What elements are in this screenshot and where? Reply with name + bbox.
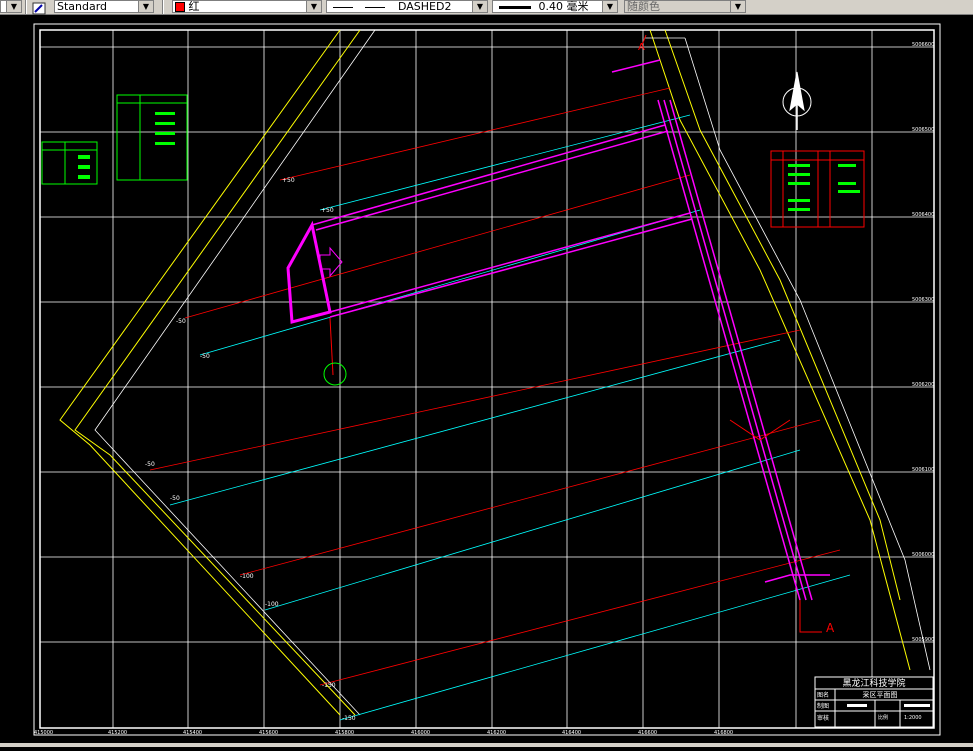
- svg-text:416200: 416200: [487, 730, 506, 736]
- section-mark-top: A: [638, 42, 645, 53]
- text-style-select[interactable]: Standard ▼: [54, 0, 154, 13]
- svg-text:416400: 416400: [562, 730, 581, 736]
- svg-text:5005900: 5005900: [912, 637, 934, 643]
- chevron-down-icon[interactable]: ▼: [6, 1, 21, 12]
- scale-value: 1:2000: [904, 715, 922, 721]
- svg-text:5006300: 5006300: [912, 297, 934, 303]
- chevron-down-icon[interactable]: ▼: [730, 1, 745, 12]
- contour-label: +50: [282, 177, 295, 184]
- contour-label: -50: [170, 495, 180, 502]
- drawn-label: 制图: [817, 702, 829, 710]
- title-name-label: 图名: [817, 691, 829, 699]
- linetype-sample: [364, 6, 385, 8]
- color-select[interactable]: 红 ▼: [172, 0, 322, 13]
- drawing-canvas[interactable]: +50 +50 -50 -50 -50 -50 -100 -100 -150 -…: [0, 15, 973, 747]
- y-coordinate-labels: 5006600 5006500 5006400 5006300 5006200 …: [912, 42, 934, 643]
- lineweight-sample: [499, 5, 531, 9]
- svg-text:5006100: 5006100: [912, 467, 934, 473]
- chevron-down-icon[interactable]: ▼: [472, 1, 487, 12]
- color-swatch: [175, 2, 185, 12]
- roadways: [311, 59, 830, 601]
- working-face: [286, 220, 332, 324]
- chevron-down-icon[interactable]: ▼: [306, 1, 321, 12]
- legend-right: [770, 150, 865, 228]
- text-style-value: Standard: [57, 0, 108, 13]
- text-style-icon[interactable]: [32, 0, 46, 15]
- contour-label: -150: [322, 682, 336, 689]
- contour-labels: +50 +50 -50 -50 -50 -50 -100 -100 -150 -…: [145, 177, 356, 722]
- svg-text:5006000: 5006000: [912, 552, 934, 558]
- svg-text:416800: 416800: [714, 730, 733, 736]
- title-org: 黑龙江科技学院: [842, 677, 905, 689]
- contour-label: -100: [240, 573, 254, 580]
- outer-frame: [33, 23, 941, 736]
- contour-red: [149, 87, 841, 686]
- north-arrow-icon: [782, 71, 812, 130]
- contour-label: -50: [145, 461, 155, 468]
- lineweight-select[interactable]: 0.40 毫米 ▼: [492, 0, 618, 13]
- svg-text:5006600: 5006600: [912, 42, 934, 48]
- linetype-sample: [333, 6, 353, 8]
- svg-text:415400: 415400: [183, 730, 202, 736]
- plot-style-value: 随颜色: [627, 0, 660, 13]
- svg-text:416000: 416000: [411, 730, 430, 736]
- contour-label: +50: [321, 207, 334, 214]
- lineweight-value: 0.40 毫米: [538, 0, 589, 13]
- contour-label: -100: [265, 601, 279, 608]
- chevron-down-icon[interactable]: ▼: [602, 1, 617, 12]
- drawing-name: 采区平面图: [863, 690, 898, 699]
- chevron-down-icon[interactable]: ▼: [138, 1, 153, 12]
- svg-text:415600: 415600: [259, 730, 278, 736]
- linetype-value: DASHED2: [398, 0, 452, 13]
- svg-text:416600: 416600: [638, 730, 657, 736]
- contour-label: -150: [342, 715, 356, 722]
- svg-text:5006200: 5006200: [912, 382, 934, 388]
- svg-text:5006500: 5006500: [912, 127, 934, 133]
- svg-text:5006400: 5006400: [912, 212, 934, 218]
- annotations-red: [329, 34, 822, 633]
- svg-text:415000: 415000: [34, 730, 53, 736]
- separator: [162, 0, 164, 14]
- layer-dropdown[interactable]: ▼: [0, 0, 22, 13]
- pit-marker: [323, 362, 347, 386]
- section-mark: A: [826, 621, 835, 635]
- svg-text:415200: 415200: [108, 730, 127, 736]
- separator: [25, 0, 27, 14]
- cad-drawing[interactable]: +50 +50 -50 -50 -50 -50 -100 -100 -150 -…: [0, 15, 973, 747]
- legend-left: [41, 94, 188, 185]
- contour-label: -50: [176, 318, 186, 325]
- color-value: 红: [188, 0, 200, 13]
- svg-text:415800: 415800: [335, 730, 354, 736]
- status-edge: [0, 743, 973, 747]
- contour-label: -50: [200, 353, 210, 360]
- plot-style-select[interactable]: 随颜色 ▼: [624, 0, 746, 13]
- title-block: 黑龙江科技学院 图名 采区平面图 制图 审核 比例 1:2000: [814, 676, 934, 728]
- properties-toolbar: ▼ Standard ▼ 红 ▼ DASHED2 ▼ 0.40 毫米 ▼ 随颜色…: [0, 0, 973, 15]
- check-label: 审核: [817, 714, 829, 722]
- linetype-select[interactable]: DASHED2 ▼: [326, 0, 488, 13]
- scale-label: 比例: [878, 714, 888, 721]
- direction-arrow: [319, 246, 343, 278]
